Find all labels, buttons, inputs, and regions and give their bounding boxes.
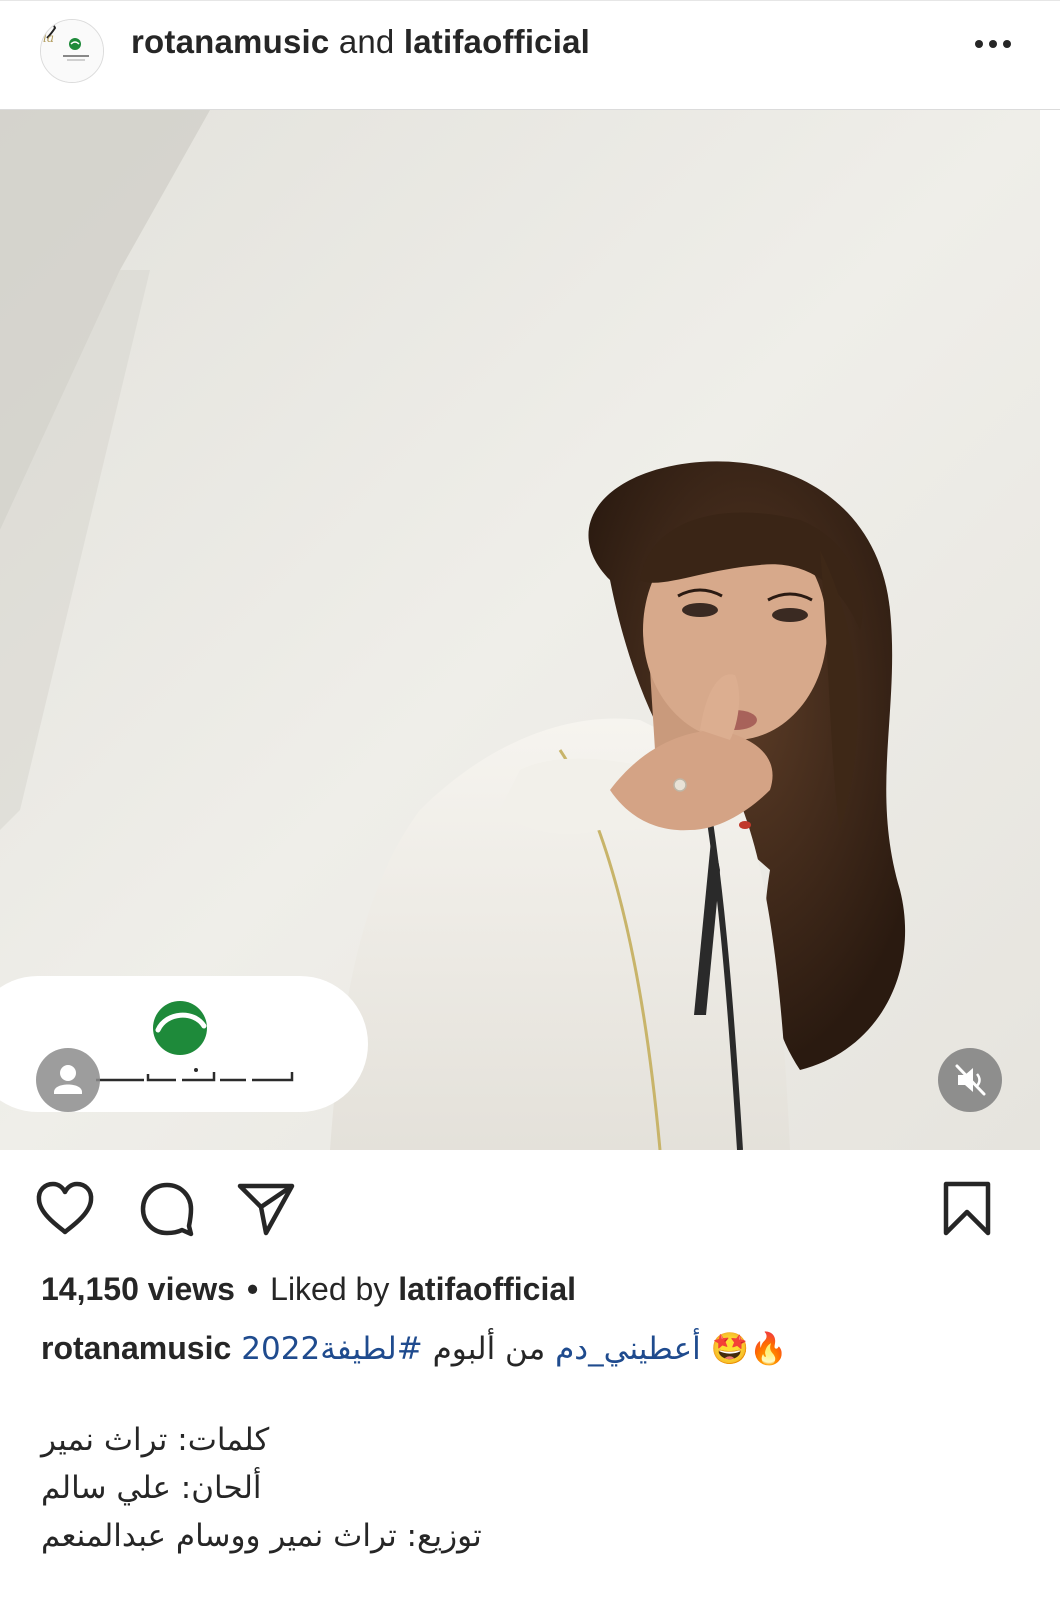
svg-text:la: la — [43, 31, 54, 45]
comment-button[interactable] — [138, 1180, 196, 1243]
separator-dot: • — [246, 1271, 259, 1307]
send-icon — [237, 1183, 295, 1236]
album-hashtag[interactable]: #لطيفة2022 — [241, 1331, 422, 1367]
muted-speaker-icon — [955, 1064, 986, 1096]
caption-emojis: 🔥🤩 — [710, 1331, 788, 1367]
arrangement-credit: توزيع: تراث نمير ووسام عبدالمنعم — [41, 1518, 482, 1554]
save-button[interactable] — [940, 1180, 994, 1243]
caption-username[interactable]: rotanamusic — [41, 1330, 231, 1366]
view-count[interactable]: 14,150 views — [41, 1271, 235, 1307]
post-authors: rotanamusic and latifaofficial — [131, 23, 590, 61]
rotana-logo — [96, 1001, 294, 1082]
liked-by-prefix: Liked by — [270, 1271, 390, 1307]
bookmark-icon — [943, 1181, 991, 1236]
latifa-avatar-logo: la — [41, 20, 103, 82]
from-album-text: من ألبوم — [432, 1331, 546, 1367]
liked-by-user[interactable]: latifaofficial — [398, 1271, 576, 1307]
post-caption: rotanamusic 🔥🤩 أعطيني_دم من ألبوم #لطيفة2… — [41, 1330, 788, 1367]
author-username-2[interactable]: latifaofficial — [404, 23, 590, 60]
caption-text: 🔥🤩 أعطيني_دم من ألبوم #لطيفة2022 — [241, 1330, 787, 1367]
instagram-post: la rotanamusic and latifaofficial 14,150… — [0, 0, 1060, 1600]
like-button[interactable] — [34, 1180, 96, 1243]
post-actions — [0, 1150, 1060, 1260]
more-horizontal-icon — [975, 40, 1011, 48]
lyrics-credit: كلمات: تراث نمير — [41, 1422, 270, 1458]
profile-avatar[interactable]: la — [40, 19, 104, 83]
share-button[interactable] — [236, 1180, 296, 1243]
composer-credit: ألحان: علي سالم — [41, 1470, 262, 1506]
post-header: la rotanamusic and latifaofficial — [0, 0, 1060, 110]
post-video[interactable] — [0, 110, 1040, 1150]
author-username-1[interactable]: rotanamusic — [131, 23, 329, 60]
tagged-users-button[interactable] — [36, 1048, 100, 1112]
song-hashtag[interactable]: أعطيني_دم — [555, 1331, 701, 1367]
author-connector: and — [338, 23, 395, 60]
engagement-summary: 14,150 views • Liked by latifaofficial — [41, 1271, 576, 1308]
heart-icon — [36, 1181, 94, 1235]
user-tag-icon — [54, 1065, 82, 1094]
more-options-button[interactable] — [968, 27, 1018, 61]
comment-icon — [140, 1182, 194, 1237]
audio-toggle-button[interactable] — [938, 1048, 1002, 1112]
